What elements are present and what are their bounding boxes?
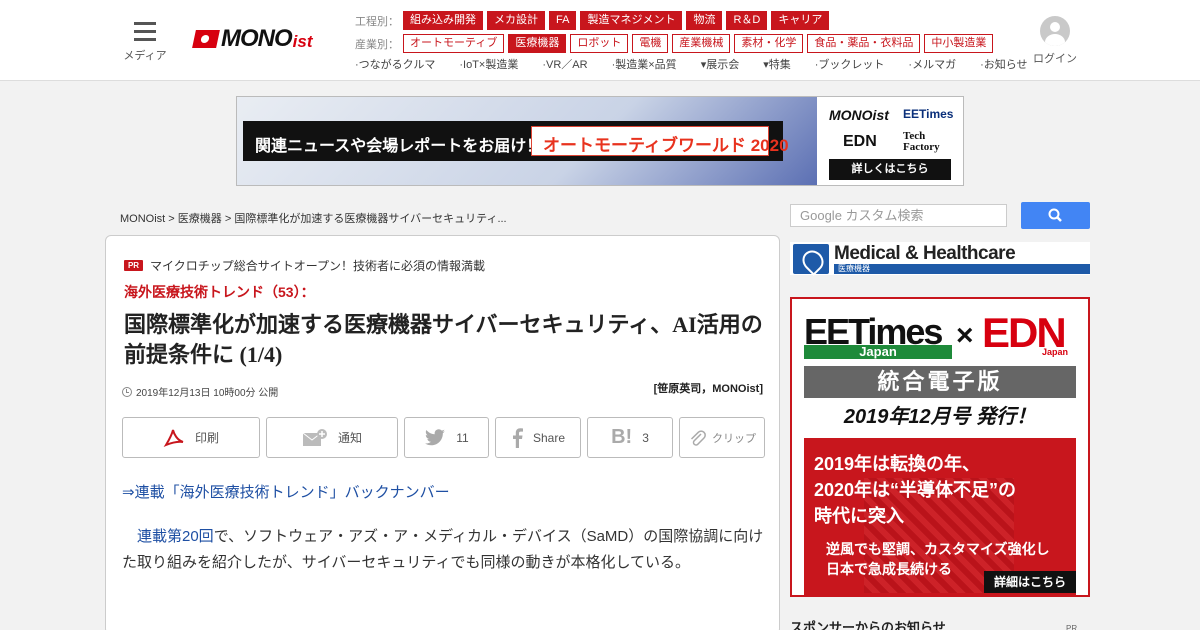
medical-healthcare-banner[interactable]: Medical & Healthcare 医療機器 (790, 242, 1090, 275)
topic-link[interactable]: ·製造業×品質 (612, 56, 689, 72)
breadcrumb-category[interactable]: 医療機器 (178, 213, 222, 225)
banner-logo-edn: EDN (843, 133, 877, 150)
hatena-bookmark-button[interactable]: B! 3 (587, 417, 673, 458)
industry-tag[interactable]: 電機 (632, 34, 669, 53)
logo-text: MONO (221, 25, 293, 52)
login-label: ログイン (1033, 53, 1077, 65)
industry-tag[interactable]: 中小製造業 (924, 34, 994, 53)
logo-suffix: ist (292, 31, 313, 51)
search-input[interactable]: Google カスタム検索 (790, 204, 1007, 227)
topic-links: ·つながるクルマ ·IoT×製造業 ·VR／AR ·製造業×品質 ▾展示会 ▾特… (355, 56, 1052, 72)
ad-issue: 2019年12月号 発行！ (843, 406, 1037, 428)
ad-edition-title: 統合電子版 (804, 366, 1076, 398)
facebook-share-button[interactable]: Share (495, 417, 581, 458)
site-header: メディア MONO ist 工程別： 組み込み開発 メカ設計 FA 製造マネジメ… (0, 0, 1200, 81)
banner-logo-monoist: MONOist (829, 107, 889, 123)
page-title: 国際標準化が加速する医療機器サイバーセキュリティ、AI活用の前提条件に (1/4… (124, 312, 763, 367)
process-tag[interactable]: FA (549, 11, 577, 30)
banner-logo-techfactory: Tech Factory (903, 130, 940, 153)
print-button[interactable]: 印刷 (122, 417, 260, 458)
publish-date: 2019年12月13日 10時00分 公開 (122, 384, 278, 399)
menu-label: メディア (123, 50, 167, 62)
clip-button[interactable]: クリップ (679, 417, 765, 458)
topic-link[interactable]: ·VR／AR (542, 56, 599, 72)
pdf-icon (163, 429, 184, 447)
industry-tag[interactable]: 素材・化学 (734, 34, 804, 53)
medical-title: Medical & Healthcare (834, 243, 1016, 264)
clock-icon (122, 386, 132, 397)
article-body: 連載第20回で、ソフトウェア・アズ・ア・メディカル・デバイス（SaMD）の国際協… (122, 528, 764, 571)
twitter-icon (425, 428, 446, 445)
hatena-icon: B! (611, 426, 633, 448)
user-avatar-icon (1040, 16, 1070, 46)
industry-tag-active[interactable]: 医療機器 (508, 34, 567, 53)
mail-plus-icon (302, 428, 327, 446)
tweet-button[interactable]: 11 (404, 417, 489, 458)
login-button[interactable]: ログイン (1030, 16, 1080, 66)
banner-cta-button[interactable]: 詳しくはこちら (829, 159, 951, 180)
sponsor-pr-label: PR (1066, 624, 1078, 630)
banner-text: 関連ニュースや会場レポートをお届け！ (255, 138, 543, 155)
share-label: Share (532, 430, 566, 445)
industry-nav: 産業別： オートモーティブ 医療機器 ロボット 電機 産業機械 素材・化学 食品… (355, 34, 997, 53)
sidebar-ad[interactable]: EETimes Japan × EDN Japan 統合電子版 2019年12月… (790, 297, 1090, 597)
banner-event-name: オートモーティブワールド 2020 (543, 136, 789, 155)
paperclip-icon (690, 429, 706, 446)
facebook-icon (512, 427, 523, 448)
search-button[interactable] (1021, 202, 1090, 229)
topic-link[interactable]: ·IoT×製造業 (459, 56, 530, 72)
ad-times-sign: × (956, 319, 974, 352)
notify-button[interactable]: 通知 (266, 417, 398, 458)
share-toolbar: 印刷 通知 11 Share B! 3 クリップ (122, 417, 765, 458)
series-20-link[interactable]: 連載第20回 (137, 528, 214, 545)
ad-edn-japan: Japan (1042, 347, 1069, 357)
breadcrumb-current: 国際標準化が加速する医療機器サイバーセキュリティ... (234, 213, 507, 225)
breadcrumb-home[interactable]: MONOist (120, 213, 165, 225)
top-banner-ad[interactable]: 関連ニュースや会場レポートをお届け！ オートモーティブワールド 2020 MON… (236, 96, 964, 186)
hamburger-icon (134, 22, 156, 41)
pr-text: マイクロチップ総合サイトオープン！技術者に必須の情報満載 (150, 259, 486, 273)
process-tag[interactable]: メカ設計 (487, 11, 545, 30)
banner-logo-eetimes: EETimes (903, 107, 954, 121)
industry-tag[interactable]: 食品・薬品・衣料品 (807, 34, 921, 53)
process-tag[interactable]: 製造マネジメント (580, 11, 683, 30)
search-icon (1048, 208, 1062, 222)
ad-cta-button[interactable]: 詳細はこちら (984, 571, 1076, 593)
series-label: 海外医療技術トレンド（53）： (124, 284, 315, 300)
ad-eetimes-japan: Japan (804, 345, 952, 359)
process-tag[interactable]: キャリア (771, 11, 830, 30)
process-tag[interactable]: R＆D (726, 11, 768, 30)
pr-badge: PR (124, 260, 143, 271)
medical-sub: 医療機器 (838, 264, 870, 273)
industry-label: 産業別： (355, 38, 399, 51)
article-card: PR マイクロチップ総合サイトオープン！技術者に必須の情報満載 海外医療技術トレ… (105, 235, 780, 630)
pr-link[interactable]: PR マイクロチップ総合サイトオープン！技術者に必須の情報満載 (124, 257, 485, 274)
topic-link[interactable]: ·メルマガ (908, 56, 968, 72)
tweet-count: 11 (456, 430, 469, 445)
heart-icon (793, 244, 829, 274)
industry-tag[interactable]: 産業機械 (672, 34, 731, 53)
sponsor-heading: スポンサーからのお知らせ (790, 620, 946, 630)
media-menu-button[interactable]: メディア (118, 20, 172, 63)
industry-tag[interactable]: ロボット (570, 34, 629, 53)
hatena-count: 3 (642, 430, 649, 445)
topic-link[interactable]: ·ブックレット (815, 56, 897, 72)
process-label: 工程別： (355, 15, 399, 28)
topic-link[interactable]: ·つながるクルマ (355, 56, 447, 72)
medical-bar (834, 264, 1090, 274)
topic-link[interactable]: ▾特集 (763, 56, 803, 72)
process-tag[interactable]: 組み込み開発 (403, 11, 483, 30)
breadcrumb: MONOist > 医療機器 > 国際標準化が加速する医療機器サイバーセキュリテ… (120, 213, 507, 225)
industry-tag[interactable]: オートモーティブ (403, 34, 505, 53)
backnumber-link[interactable]: ⇒連載「海外医療技術トレンド」バックナンバー (122, 481, 450, 502)
author-byline: [笹原英司，MONOist] (653, 383, 763, 395)
topic-link[interactable]: ▾展示会 (701, 56, 752, 72)
logo-mark-icon (192, 30, 220, 48)
ad-headline: 2019年は転換の年、 2020年は“半導体不足”の 時代に突入 (814, 454, 1017, 526)
site-logo[interactable]: MONO ist (192, 25, 313, 52)
process-nav: 工程別： 組み込み開発 メカ設計 FA 製造マネジメント 物流 R＆D キャリア (355, 11, 833, 30)
process-tag[interactable]: 物流 (686, 11, 723, 30)
